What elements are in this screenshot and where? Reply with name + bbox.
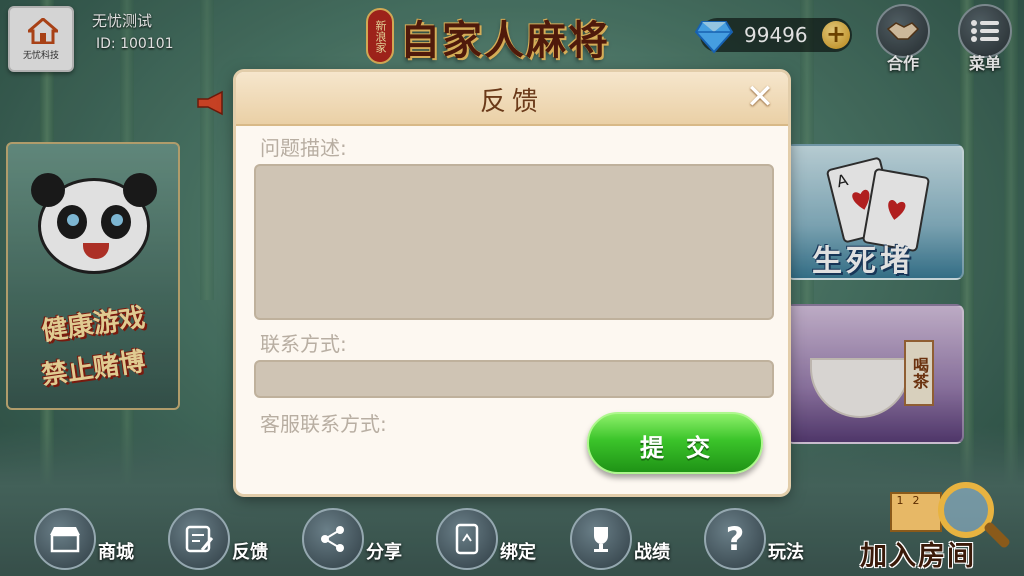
shop-icon <box>34 508 96 570</box>
grid-cell-1: 1 <box>896 494 904 507</box>
number-grid-icon: 1 2 <box>890 492 942 532</box>
submit-button[interactable]: 提交 <box>587 412 763 474</box>
contact-method-input[interactable] <box>254 360 774 398</box>
bottom-label-share: 分享 <box>366 542 402 563</box>
bottom-label-rules: 玩法 <box>768 542 804 563</box>
feedback-icon <box>168 508 230 570</box>
bottom-label-shop: 商城 <box>98 542 134 563</box>
bottom-label-records: 战绩 <box>634 542 670 563</box>
problem-description-input[interactable] <box>254 164 774 320</box>
feedback-dialog: 反馈 ✕ 问题描述: 联系方式: 客服联系方式: 提交 <box>236 72 788 494</box>
customer-service-contact-label: 客服联系方式: <box>260 412 387 436</box>
bottom-label-bind: 绑定 <box>500 542 536 563</box>
dialog-header: 反馈 ✕ <box>236 72 788 126</box>
bottom-label-feedback: 反馈 <box>232 542 268 563</box>
dialog-title: 反馈 <box>479 87 544 117</box>
grid-cell-2: 2 <box>912 494 920 507</box>
question-icon: ? <box>704 508 766 570</box>
share-icon <box>302 508 364 570</box>
submit-button-label: 提交 <box>640 434 732 462</box>
join-room-button[interactable]: 1 2 加入房间 <box>860 478 1020 574</box>
close-icon[interactable]: ✕ <box>744 80 776 114</box>
magnifier-handle <box>982 520 1012 550</box>
join-room-label: 加入房间 <box>860 541 976 572</box>
problem-description-label: 问题描述: <box>260 136 347 160</box>
contact-method-label: 联系方式: <box>260 332 347 356</box>
trophy-icon <box>570 508 632 570</box>
bind-phone-icon <box>436 508 498 570</box>
